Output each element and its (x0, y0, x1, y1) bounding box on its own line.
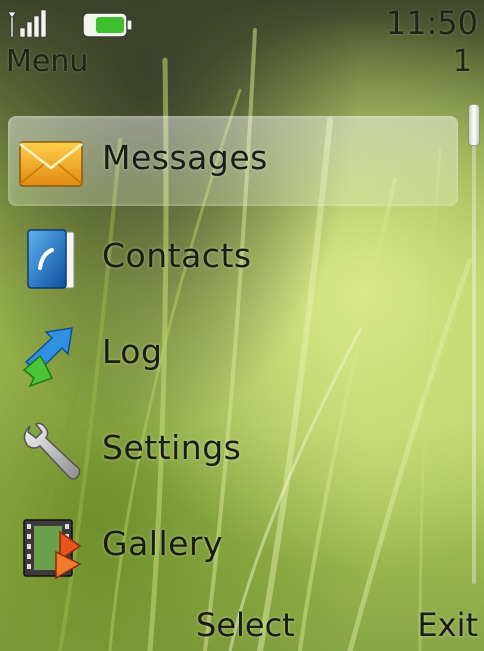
menu-item-messages[interactable]: Messages (8, 116, 458, 206)
exit-softkey[interactable]: Exit (417, 606, 478, 644)
menu-item-label: Log (102, 332, 163, 371)
menu-item-log[interactable]: Log (8, 310, 458, 400)
envelope-icon (19, 141, 83, 187)
menu-item-label: Gallery (102, 524, 224, 563)
select-softkey[interactable]: Select (196, 606, 295, 644)
wrench-icon (23, 422, 81, 480)
call-log-arrows-icon (22, 327, 73, 388)
contacts-book-icon (27, 229, 75, 289)
menu-item-settings[interactable]: Settings (8, 406, 458, 496)
menu-item-label: Messages (102, 138, 268, 177)
menu-item-label: Contacts (102, 236, 252, 275)
menu-item-label: Settings (102, 428, 242, 467)
main-menu: Messages Contacts Log Settings Gallery (0, 0, 484, 651)
menu-item-gallery[interactable]: Gallery (8, 502, 458, 592)
menu-item-contacts[interactable]: Contacts (8, 214, 458, 304)
film-gallery-icon (23, 519, 82, 580)
